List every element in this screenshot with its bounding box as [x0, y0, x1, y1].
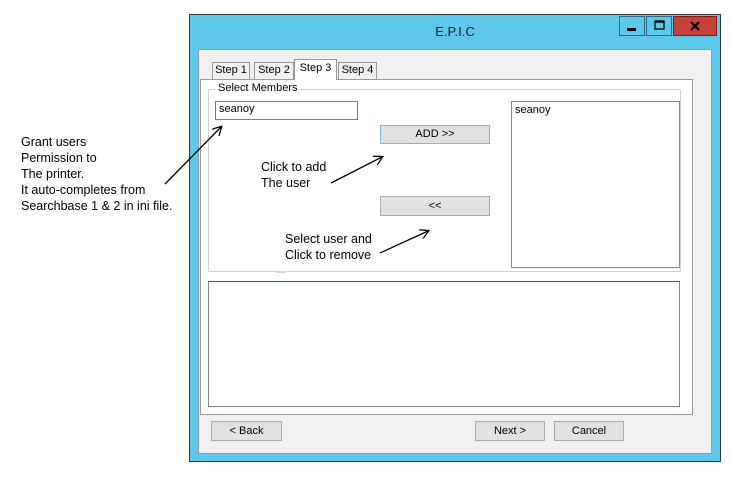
tab-step-3[interactable]: Step 3	[294, 59, 337, 80]
arrow-to-remove-button	[379, 231, 428, 254]
arrow-to-search-input	[164, 127, 221, 185]
annotation-arrows	[164, 0, 730, 254]
arrow-to-add-button	[330, 157, 382, 184]
